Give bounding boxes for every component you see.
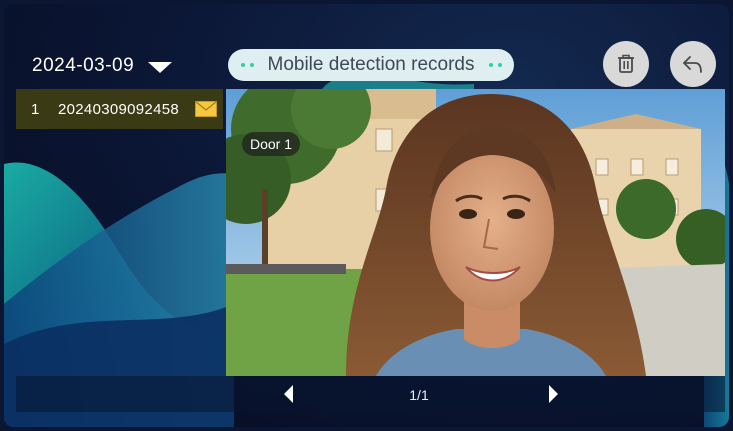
envelope-icon	[195, 101, 217, 117]
pagination-bar: 1/1	[16, 376, 725, 412]
video-preview: Door 1	[226, 89, 725, 376]
record-name: 20240309092458	[58, 100, 179, 118]
snapshot-image	[226, 89, 725, 376]
date-value: 2024-03-09	[32, 55, 135, 76]
page-title-pill: Mobile detection records	[228, 49, 514, 81]
next-page-button[interactable]	[549, 385, 558, 403]
title-dots-right-icon	[488, 63, 502, 67]
list-item[interactable]: 1 20240309092458	[16, 89, 223, 129]
page-indicator: 1/1	[409, 387, 429, 403]
prev-page-button[interactable]	[284, 385, 293, 403]
title-dots-left-icon	[240, 63, 254, 67]
back-arrow-icon	[683, 56, 702, 73]
record-list: 1 20240309092458	[16, 89, 223, 129]
page-title: Mobile detection records	[267, 54, 475, 75]
chevron-down-icon[interactable]	[148, 61, 173, 73]
camera-label: Door 1	[242, 132, 301, 156]
record-index: 1	[31, 100, 40, 118]
date-selector[interactable]: 2024-03-09	[32, 48, 173, 84]
app-screen: 2024-03-09 Mobile detection records 1 20…	[4, 4, 729, 427]
back-button[interactable]	[670, 41, 716, 87]
trash-icon	[618, 54, 634, 73]
delete-button[interactable]	[603, 41, 649, 87]
